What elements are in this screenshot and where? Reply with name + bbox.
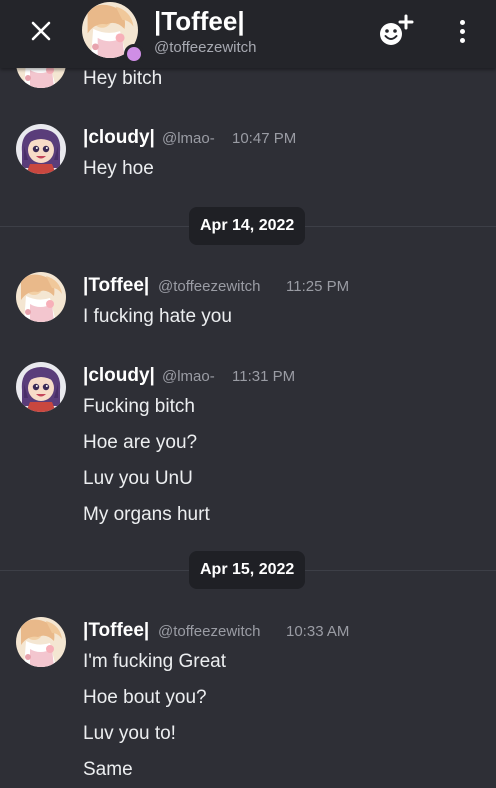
more-vertical-icon: [459, 19, 465, 25]
avatar[interactable]: [16, 124, 66, 174]
chat-header: |Toffee| @toffeezewitch: [0, 0, 496, 68]
message-text: Hoe are you?: [83, 432, 198, 453]
message-author[interactable]: |Toffee|: [83, 620, 149, 642]
add-friend-icon: [380, 14, 414, 45]
message-text: Same: [83, 759, 133, 780]
message-handle: @toffeezewitch: [158, 278, 261, 295]
message-author[interactable]: |cloudy|: [83, 127, 155, 149]
message-timestamp: 11:25 PM: [286, 278, 350, 295]
header-name[interactable]: |Toffee|: [154, 6, 245, 37]
message-timestamp: 10:33 AM: [286, 623, 350, 640]
date-divider: Apr 15, 2022: [189, 551, 306, 589]
message-timestamp: 10:47 PM: [232, 130, 297, 147]
more-options-button[interactable]: [450, 14, 474, 48]
message-text: I fucking hate you: [83, 306, 232, 327]
message-handle: @lmao-: [162, 130, 215, 147]
message-text: Hoe bout you?: [83, 687, 207, 708]
message-text: Hey bitch: [83, 68, 163, 89]
message-handle: @lmao-: [162, 368, 215, 385]
close-button[interactable]: [24, 14, 58, 48]
header-handle: @toffeezewitch: [154, 39, 257, 56]
close-icon: [31, 21, 51, 41]
message-text: I'm fucking Great: [83, 651, 227, 672]
message-text: Luv you UnU: [83, 468, 193, 489]
message-author[interactable]: |cloudy|: [83, 365, 155, 387]
message-text: Fucking bitch: [83, 396, 195, 417]
status-indicator: [124, 44, 144, 64]
message-text: Luv you to!: [83, 723, 176, 744]
avatar[interactable]: [16, 272, 66, 322]
message-author[interactable]: |Toffee|: [83, 275, 149, 297]
avatar[interactable]: [16, 362, 66, 412]
date-divider: Apr 14, 2022: [189, 207, 306, 245]
avatar[interactable]: [16, 617, 66, 667]
message-text: Hey hoe: [83, 158, 154, 179]
message-text: My organs hurt: [83, 504, 210, 525]
message-handle: @toffeezewitch: [158, 623, 261, 640]
add-friend-button[interactable]: [376, 14, 414, 48]
message-timestamp: 11:31 PM: [232, 368, 296, 385]
